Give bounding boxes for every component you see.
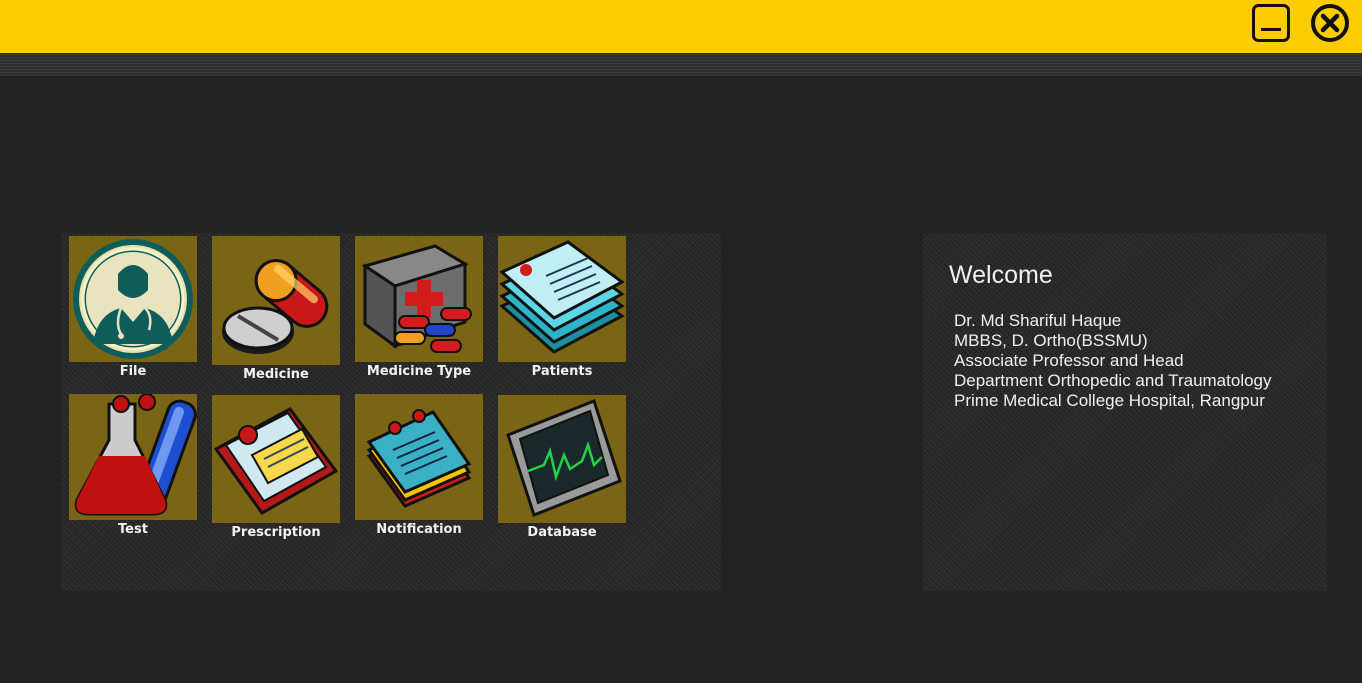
prescription-tile[interactable]: Prescription — [212, 395, 340, 540]
doctor-info: Dr. Md Shariful Haque MBBS, D. Ortho(BSS… — [954, 311, 1272, 411]
doctor-institution: Prime Medical College Hospital, Rangpur — [954, 391, 1265, 410]
tile-label: File — [119, 364, 147, 379]
tile-label: Medicine Type — [366, 364, 472, 379]
tile-label: Patients — [531, 364, 593, 379]
close-circle-icon — [1311, 4, 1349, 42]
lab-flask-icon — [69, 394, 197, 520]
pills-icon — [212, 236, 340, 365]
doctor-department: Department Orthopedic and Traumatology — [954, 371, 1272, 390]
minimize-icon — [1252, 4, 1290, 42]
notification-tile[interactable]: Notification — [355, 394, 483, 537]
patients-tile[interactable]: Patients — [498, 236, 626, 379]
medicine-type-tile[interactable]: Medicine Type — [355, 236, 483, 379]
welcome-panel: Welcome Dr. Md Shariful Haque MBBS, D. O… — [923, 233, 1327, 591]
doctor-degrees: MBBS, D. Ortho(BSSMU) — [954, 331, 1148, 350]
welcome-title: Welcome — [949, 261, 1053, 289]
notepad-icon — [355, 394, 483, 520]
title-bar — [0, 0, 1362, 53]
medical-kit-icon — [355, 236, 483, 362]
tile-label: Test — [118, 522, 148, 537]
file-tile[interactable]: File — [69, 236, 197, 379]
doctor-name: Dr. Md Shariful Haque — [954, 311, 1122, 330]
doctor-position: Associate Professor and Head — [954, 351, 1184, 370]
toolbar-strip — [0, 53, 1362, 77]
tile-label: Prescription — [231, 525, 321, 540]
tile-label: Medicine — [243, 367, 309, 382]
clipboard-icon — [212, 395, 340, 523]
menu-panel: File Medicine Medicine Type Patients Tes… — [61, 233, 721, 591]
doctor-icon — [69, 236, 197, 362]
tile-label: Notification — [376, 522, 462, 537]
close-button[interactable] — [1310, 3, 1350, 43]
patient-records-icon — [498, 236, 626, 362]
test-tile[interactable]: Test — [69, 394, 197, 537]
database-tile[interactable]: Database — [498, 395, 626, 540]
minimize-button[interactable] — [1252, 4, 1290, 42]
monitor-icon — [498, 395, 626, 523]
medicine-tile[interactable]: Medicine — [212, 236, 340, 382]
tile-label: Database — [527, 525, 597, 540]
